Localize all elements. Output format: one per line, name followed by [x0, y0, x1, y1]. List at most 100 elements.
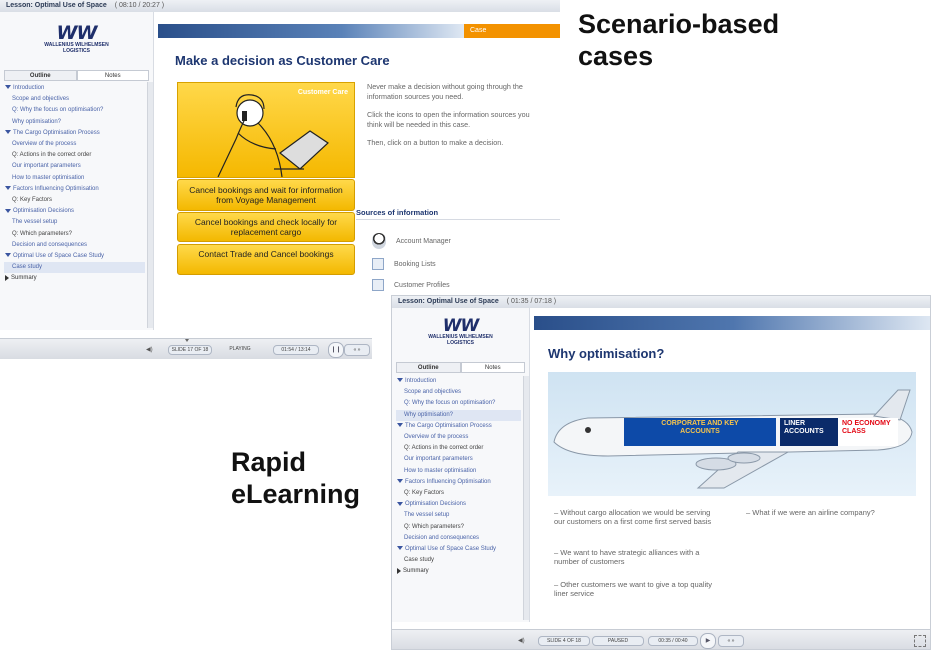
- decision-button-3[interactable]: Contact Trade and Cancel bookings: [177, 244, 355, 275]
- source-account-manager[interactable]: Account Manager: [372, 233, 451, 249]
- outline-item[interactable]: Why optimisation?: [396, 409, 521, 421]
- no-economy-label: NO ECONOMY CLASS: [842, 420, 891, 435]
- outline-item[interactable]: Summary: [4, 273, 145, 284]
- outline-item-label: The Cargo Optimisation Process: [405, 422, 492, 429]
- outline-item[interactable]: Optimal Use of Space Case Study: [396, 544, 521, 555]
- bullet-text: Without cargo allocation we would be ser…: [554, 508, 712, 526]
- outline-item[interactable]: Decision and consequences: [4, 240, 145, 251]
- outline-item[interactable]: Q: Why the focus on optimisation?: [396, 398, 521, 409]
- caption-text: Scenario-based cases: [578, 9, 780, 71]
- outline-item[interactable]: Case study: [396, 555, 521, 566]
- outline-item[interactable]: The vessel setup: [396, 510, 521, 521]
- skip-buttons[interactable]: « »: [718, 635, 744, 647]
- outline-item[interactable]: Optimisation Decisions: [396, 499, 521, 510]
- outline-item[interactable]: Optimal Use of Space Case Study: [4, 251, 145, 262]
- bullet-text: What if we were an airline company?: [752, 508, 875, 517]
- outline-item[interactable]: The Cargo Optimisation Process: [4, 128, 145, 139]
- sidebar-scrollbar[interactable]: [147, 82, 153, 328]
- slide-title: Why optimisation?: [548, 346, 665, 361]
- outline-item[interactable]: Case study: [4, 262, 145, 274]
- tab-outline[interactable]: Outline: [396, 362, 461, 373]
- sidebar-scrollbar[interactable]: [523, 376, 529, 620]
- outline-item[interactable]: Q: Key Factors: [396, 488, 521, 499]
- instruction-3: Then, click on a button to make a decisi…: [367, 138, 504, 147]
- tab-notes[interactable]: Notes: [460, 362, 525, 373]
- decision-label-1: Cancel bookings and wait for information…: [189, 185, 343, 205]
- outline-item[interactable]: Factors Influencing Optimisation: [4, 184, 145, 195]
- outline-item[interactable]: Our important parameters: [396, 454, 521, 465]
- outline-item-label: The Cargo Optimisation Process: [13, 129, 100, 136]
- outline-item[interactable]: Optimisation Decisions: [4, 206, 145, 217]
- lesson-title: Lesson: Optimal Use of Space: [398, 298, 499, 305]
- outline-list: Introduction Scope and objectives Q: Why t…: [396, 376, 521, 578]
- decision-button-1[interactable]: Cancel bookings and wait for information…: [177, 179, 355, 211]
- outline-item-label: Q: Actions in the correct order: [12, 152, 92, 159]
- outline-item-label: How to master optimisation: [404, 467, 477, 474]
- outline-item[interactable]: Why optimisation?: [4, 117, 145, 128]
- bullet-2: – We want to have strategic alliances wi…: [554, 548, 700, 566]
- outline-item[interactable]: Q: Key Factors: [4, 195, 145, 206]
- outline-item[interactable]: Introduction: [4, 83, 145, 94]
- caption-scenario-based-cases: Scenario-based cases: [578, 8, 818, 72]
- playback-time: 00:35 / 00:40: [648, 636, 698, 646]
- volume-icon[interactable]: ◀): [146, 346, 153, 353]
- bullet-3: – Other customers we want to give a top …: [554, 580, 713, 598]
- outline-item[interactable]: Decision and consequences: [396, 533, 521, 544]
- volume-icon[interactable]: ◀): [518, 637, 525, 644]
- outline-item-label: Optimisation Decisions: [405, 501, 467, 508]
- source-booking-lists[interactable]: Booking Lists: [372, 258, 436, 270]
- outline-item-label: Q: Why the focus on optimisation?: [12, 107, 104, 114]
- outline-item-label: Scope and objectives: [404, 389, 462, 396]
- outline-item[interactable]: Q: Which parameters?: [4, 229, 145, 240]
- play-button[interactable]: ▶: [700, 633, 716, 649]
- outline-item[interactable]: Scope and objectives: [396, 387, 521, 398]
- chevron-down-icon: [5, 186, 11, 191]
- chevron-down-icon: [5, 208, 11, 213]
- outline-item-label: Overview of the process: [12, 141, 77, 148]
- fullscreen-icon[interactable]: [914, 635, 926, 647]
- outline-item-label: Optimisation Decisions: [13, 208, 75, 215]
- outline-item[interactable]: Summary: [396, 566, 521, 577]
- sidebar-tabs: Outline Notes: [4, 70, 149, 81]
- person-icon: [372, 233, 386, 249]
- outline-item-label: Q: Key Factors: [404, 490, 445, 497]
- chevron-right-icon: [397, 567, 401, 574]
- decision-button-2[interactable]: Cancel bookings and check locally for re…: [177, 212, 355, 242]
- outline-item[interactable]: Factors Influencing Optimisation: [396, 477, 521, 488]
- outline-item[interactable]: Our important parameters: [4, 161, 145, 172]
- outline-item[interactable]: Q: Why the focus on optimisation?: [4, 105, 145, 116]
- playback-status: PLAYING: [229, 346, 251, 352]
- outline-list: Introduction Scope and objectives Q: Why t…: [4, 83, 145, 285]
- outline-item[interactable]: The Cargo Optimisation Process: [396, 421, 521, 432]
- chevron-down-icon: [397, 501, 403, 506]
- bullet-4: – What if we were an airline company?: [746, 508, 875, 517]
- logo-name-line2: LOGISTICS: [447, 340, 474, 346]
- instruction-1: Never make a decision without going thro…: [367, 82, 523, 101]
- caption-text: Rapid eLearning: [231, 447, 361, 509]
- pause-button[interactable]: ❙❙: [328, 342, 344, 358]
- outline-item[interactable]: Overview of the process: [396, 432, 521, 443]
- outline-item[interactable]: How to master optimisation: [4, 173, 145, 184]
- outline-item[interactable]: Introduction: [396, 376, 521, 387]
- logo-mark: WW: [56, 22, 98, 44]
- company-logo: WW WALLENIUS WILHELMSEN LOGISTICS: [0, 22, 153, 55]
- outline-item[interactable]: Q: Actions in the correct order: [396, 443, 521, 454]
- chevron-down-icon: [397, 423, 403, 428]
- lesson-time: ( 01:35 / 07:18 ): [506, 298, 557, 305]
- outline-item[interactable]: Q: Actions in the correct order: [4, 150, 145, 161]
- progress-marker[interactable]: [185, 339, 189, 342]
- outline-item-label: The vessel setup: [12, 219, 58, 226]
- outline-item[interactable]: Q: Which parameters?: [396, 522, 521, 533]
- outline-item[interactable]: How to master optimisation: [396, 466, 521, 477]
- outline-item-label: Q: Which parameters?: [404, 523, 465, 530]
- tab-notes[interactable]: Notes: [76, 70, 149, 81]
- slide-title: Make a decision as Customer Care: [175, 53, 390, 68]
- outline-item[interactable]: Overview of the process: [4, 139, 145, 150]
- bullet-text: We want to have strategic alliances with…: [554, 548, 700, 566]
- outline-item[interactable]: The vessel setup: [4, 217, 145, 228]
- tab-outline[interactable]: Outline: [4, 70, 77, 81]
- airplane-diagram: CORPORATE AND KEY ACCOUNTS LINER ACCOUNT…: [548, 372, 916, 496]
- skip-buttons[interactable]: « »: [344, 344, 370, 356]
- source-customer-profiles[interactable]: Customer Profiles: [372, 279, 450, 291]
- outline-item[interactable]: Scope and objectives: [4, 94, 145, 105]
